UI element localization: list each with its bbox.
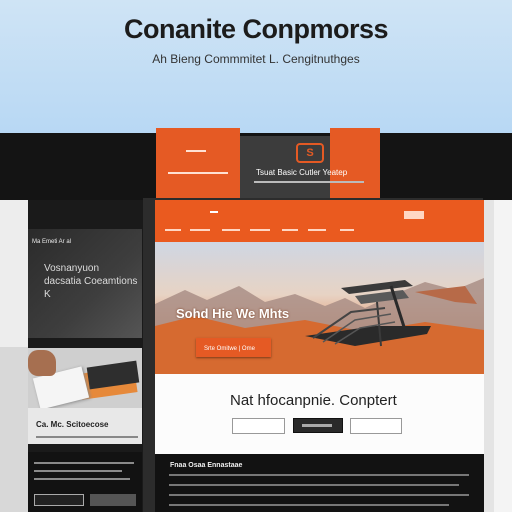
- main-nav-bar: [155, 200, 484, 242]
- hero-cta-label: Srte Omitwe | Ome: [204, 346, 255, 352]
- header-tagline: Tsuat Basic Cutler Yeatep: [256, 168, 348, 177]
- header-mock-left: [156, 128, 240, 198]
- header-underline: [254, 181, 364, 183]
- form-input-center[interactable]: [293, 418, 343, 433]
- page-subtitle: Ah Bieng Commmitet L. Cengitnuthges: [152, 52, 360, 66]
- nav-item[interactable]: [308, 229, 326, 231]
- page-title: Conanite Conpmorss: [123, 14, 389, 44]
- nav-item[interactable]: [250, 229, 270, 231]
- form-input-right[interactable]: [350, 418, 402, 434]
- side-footer-button[interactable]: [34, 494, 84, 506]
- content-title: Nat hfocanpnie. Conptert: [230, 392, 397, 409]
- footer-line: [169, 504, 449, 506]
- footer-title: Fnaa Osaa Ennastaae: [170, 462, 243, 469]
- nav-item[interactable]: [282, 229, 298, 231]
- side-footer-line: [34, 462, 134, 464]
- footer-line: [169, 494, 469, 496]
- hero-title: Sohd Hie We Mhts: [176, 306, 290, 321]
- side-divider: [36, 436, 138, 438]
- right-stripe: [494, 200, 512, 512]
- footer-line: [169, 484, 459, 486]
- hand-icon: [28, 350, 56, 376]
- footer-line: [169, 474, 469, 476]
- nav-item[interactable]: [190, 229, 210, 231]
- hero-cta-button[interactable]: Srte Omitwe | Ome: [196, 338, 271, 357]
- left-card-text: Vosnanyuon dacsatia Coeamtions K: [44, 263, 138, 300]
- side-footer-button-secondary[interactable]: [90, 494, 136, 506]
- logo-icon[interactable]: S: [296, 143, 324, 163]
- side-footer-line: [34, 470, 122, 472]
- header-line: [186, 150, 206, 152]
- nav-mark: [210, 211, 218, 213]
- content-section: [155, 374, 484, 454]
- form-input-text: [302, 424, 332, 427]
- nav-search-box[interactable]: [404, 211, 424, 219]
- header-mock-right: [330, 128, 380, 198]
- left-card-top-line: Ma Emeti Ar al: [32, 239, 72, 245]
- side-caption-text: Ca. Mc. Scitoecose: [36, 420, 109, 429]
- side-caption: Ca. Mc. Scitoecose: [28, 408, 142, 444]
- left-panel-lower: [0, 347, 28, 512]
- side-footer-line: [34, 478, 130, 480]
- nav-item[interactable]: [340, 229, 354, 231]
- nav-item[interactable]: [165, 229, 181, 231]
- form-input-left[interactable]: [232, 418, 285, 434]
- nav-item[interactable]: [222, 229, 240, 231]
- header-line: [168, 172, 228, 174]
